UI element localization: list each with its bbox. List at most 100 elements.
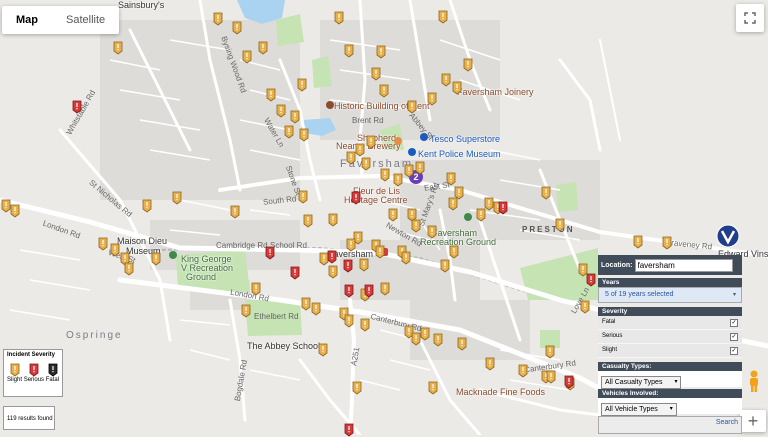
slight-incident-marker-9[interactable] (379, 84, 389, 98)
slight-incident-marker-42[interactable] (230, 205, 240, 219)
severity-serious-checkbox[interactable]: ✓ (730, 333, 738, 341)
fullscreen-button[interactable] (736, 4, 764, 32)
slight-incident-marker-15[interactable] (407, 100, 417, 114)
slight-incident-marker-19[interactable] (290, 110, 300, 124)
slight-incident-marker-16[interactable] (266, 88, 276, 102)
serious-incident-marker-11[interactable] (564, 375, 574, 389)
map-type-satellite-button[interactable]: Satellite (52, 6, 119, 34)
slight-incident-marker-11[interactable] (463, 58, 473, 72)
slight-incident-marker-50[interactable] (449, 245, 459, 259)
slight-incident-marker-38[interactable] (633, 235, 643, 249)
slight-incident-marker-30[interactable] (446, 172, 456, 186)
serious-incident-marker-6[interactable] (343, 259, 353, 273)
slight-incident-marker-4[interactable] (258, 41, 268, 55)
serious-incident-marker-3[interactable] (290, 266, 300, 280)
slight-incident-marker-89[interactable] (428, 381, 438, 395)
slight-incident-marker-39[interactable] (662, 236, 672, 250)
slight-incident-marker-83[interactable] (1, 199, 11, 213)
slight-incident-marker-90[interactable] (485, 357, 495, 371)
serious-incident-marker-4[interactable] (351, 191, 361, 205)
slight-incident-marker-58[interactable] (359, 258, 369, 272)
v-logo-icon[interactable] (716, 224, 740, 248)
slight-incident-marker-29[interactable] (415, 161, 425, 175)
slight-incident-marker-75[interactable] (546, 370, 556, 384)
slight-incident-marker-63[interactable] (301, 297, 311, 311)
severity-slight-checkbox[interactable]: ✓ (730, 347, 738, 355)
serious-incident-marker-8[interactable] (364, 284, 374, 298)
severity-option-fatal[interactable]: Fatal ✓ (598, 316, 742, 330)
serious-incident-marker-5[interactable] (327, 250, 337, 264)
slight-incident-marker-62[interactable] (311, 302, 321, 316)
slight-incident-marker-46[interactable] (388, 208, 398, 222)
slight-incident-marker-51[interactable] (440, 259, 450, 273)
location-input[interactable] (634, 258, 733, 272)
slight-incident-marker-25[interactable] (361, 157, 371, 171)
slight-incident-marker-32[interactable] (448, 197, 458, 211)
slight-incident-marker-24[interactable] (366, 135, 376, 149)
severity-option-serious[interactable]: Serious ✓ (598, 330, 742, 344)
slight-incident-marker-67[interactable] (380, 282, 390, 296)
slight-incident-marker-45[interactable] (328, 213, 338, 227)
slight-incident-marker-41[interactable] (172, 191, 182, 205)
slight-incident-marker-79[interactable] (110, 243, 120, 257)
slight-incident-marker-65[interactable] (344, 314, 354, 328)
slight-incident-marker-1[interactable] (213, 12, 223, 26)
slight-incident-marker-35[interactable] (476, 208, 486, 222)
slight-incident-marker-12[interactable] (441, 73, 451, 87)
slight-incident-marker-66[interactable] (360, 318, 370, 332)
serious-incident-marker-7[interactable] (344, 284, 354, 298)
slight-incident-marker-43[interactable] (298, 190, 308, 204)
slight-incident-marker-17[interactable] (276, 104, 286, 118)
slight-incident-marker-5[interactable] (334, 11, 344, 25)
slight-incident-marker-85[interactable] (241, 304, 251, 318)
slight-incident-marker-84[interactable] (124, 262, 134, 276)
vehicles-select[interactable]: All Vehicle Types ▾ (601, 403, 677, 416)
slight-incident-marker-10[interactable] (438, 10, 448, 24)
slight-incident-marker-73[interactable] (545, 345, 555, 359)
serious-incident-marker-0[interactable] (72, 100, 82, 114)
slight-incident-marker-23[interactable] (355, 143, 365, 157)
slight-incident-marker-2[interactable] (232, 21, 242, 35)
slight-incident-marker-28[interactable] (404, 164, 414, 178)
slight-incident-marker-21[interactable] (299, 128, 309, 142)
slight-incident-marker-36[interactable] (541, 186, 551, 200)
years-select[interactable]: 5 of 19 years selected ▾ (598, 287, 742, 303)
slight-incident-marker-8[interactable] (371, 67, 381, 81)
slight-incident-marker-48[interactable] (411, 219, 421, 233)
slight-incident-marker-3[interactable] (242, 50, 252, 64)
slight-incident-marker-13[interactable] (452, 81, 462, 95)
serious-incident-marker-1[interactable] (498, 201, 508, 215)
slight-incident-marker-61[interactable] (328, 265, 338, 279)
severity-fatal-checkbox[interactable]: ✓ (730, 319, 738, 327)
map-type-map-button[interactable]: Map (2, 6, 52, 34)
slight-incident-marker-20[interactable] (297, 78, 307, 92)
slight-incident-marker-77[interactable] (580, 300, 590, 314)
search-button[interactable]: Search (716, 419, 738, 426)
slight-incident-marker-81[interactable] (151, 252, 161, 266)
slight-incident-marker-40[interactable] (142, 199, 152, 213)
slight-incident-marker-44[interactable] (303, 214, 313, 228)
slight-incident-marker-26[interactable] (380, 168, 390, 182)
slight-incident-marker-27[interactable] (393, 173, 403, 187)
serious-incident-marker-2[interactable] (265, 246, 275, 260)
serious-incident-marker-10[interactable] (586, 273, 596, 287)
slight-incident-marker-70[interactable] (420, 327, 430, 341)
slight-incident-marker-37[interactable] (555, 218, 565, 232)
slight-incident-marker-57[interactable] (346, 238, 356, 252)
slight-incident-marker-71[interactable] (433, 333, 443, 347)
slight-incident-marker-49[interactable] (427, 225, 437, 239)
slight-incident-marker-87[interactable] (318, 343, 328, 357)
slight-incident-marker-78[interactable] (98, 237, 108, 251)
slight-incident-marker-88[interactable] (352, 381, 362, 395)
severity-option-slight[interactable]: Slight ✓ (598, 344, 742, 358)
slight-incident-marker-72[interactable] (457, 337, 467, 351)
zoom-in-button[interactable]: + (740, 410, 766, 432)
slight-incident-marker-14[interactable] (427, 92, 437, 106)
slight-incident-marker-55[interactable] (375, 245, 385, 259)
slight-incident-marker-82[interactable] (10, 204, 20, 218)
slight-incident-marker-0[interactable] (113, 41, 123, 55)
slight-incident-marker-18[interactable] (284, 125, 294, 139)
slight-incident-marker-6[interactable] (344, 44, 354, 58)
slight-incident-marker-86[interactable] (251, 282, 261, 296)
slight-incident-marker-53[interactable] (401, 251, 411, 265)
